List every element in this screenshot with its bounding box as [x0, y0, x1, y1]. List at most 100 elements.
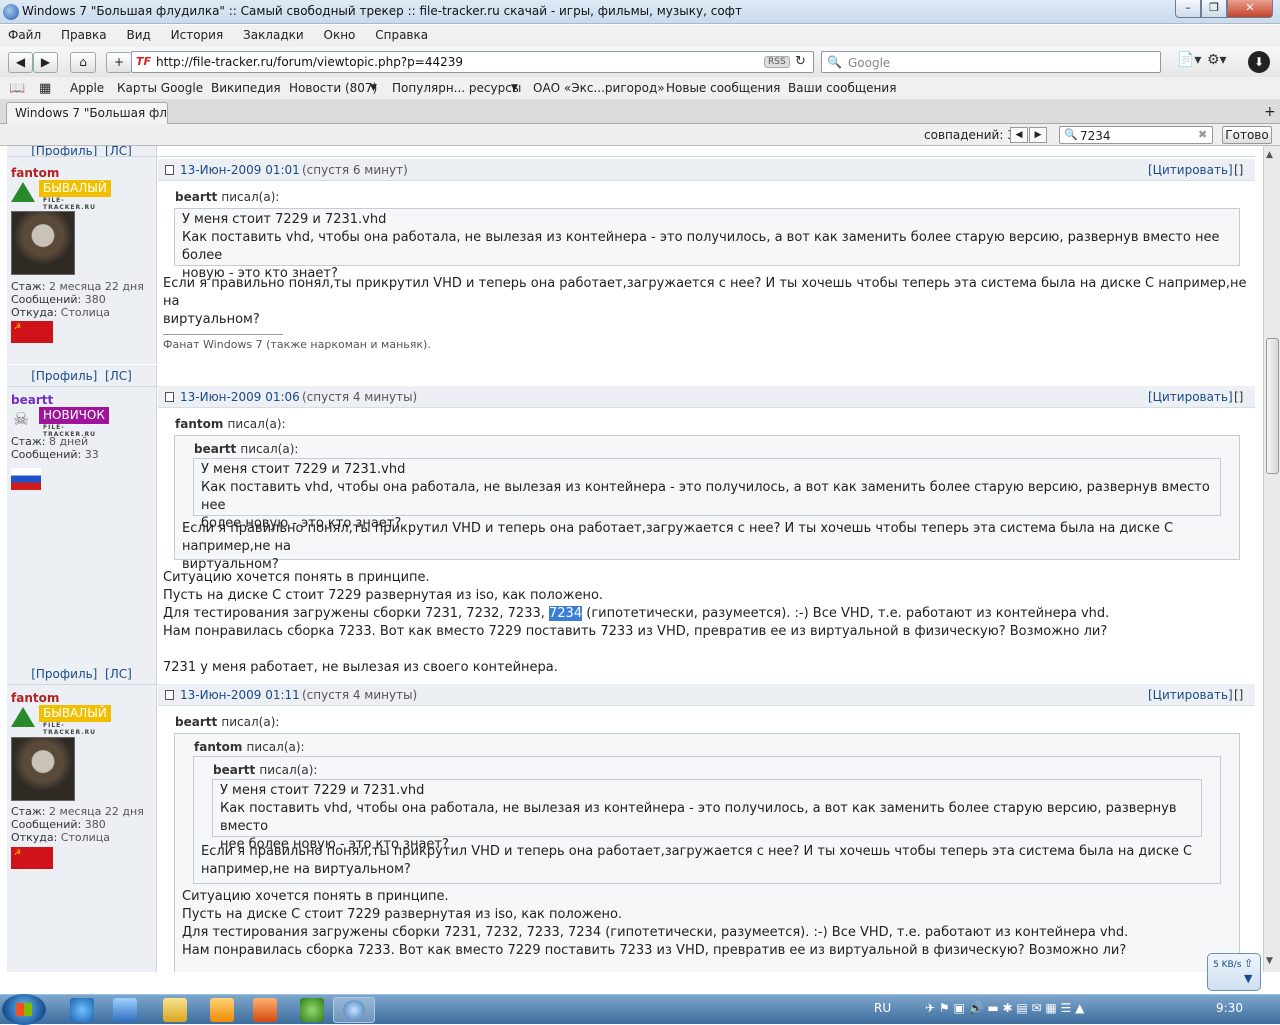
quote-box: beartt писал(а): У меня стоит 7229 и 723…	[174, 435, 1240, 572]
minimize-button[interactable]: –	[1175, 0, 1201, 18]
post-date[interactable]: 13-Июн-2009 01:01	[180, 163, 300, 177]
nested-quote-box: beartt писал(а): У меня стоит 7229 и 723…	[193, 756, 1221, 884]
clear-icon[interactable]: ✖	[1198, 128, 1207, 141]
bookmark-wikipedia[interactable]: Википедия	[211, 81, 281, 95]
nested-quote-author: fantom писал(а):	[194, 738, 305, 756]
post-body: fantom писал(а): beartt писал(а): У меня…	[158, 409, 1255, 675]
grid-icon[interactable]: ▦	[39, 81, 51, 96]
explorer-icon[interactable]	[163, 998, 187, 1022]
quote-line: У меня стоит 7229 и 7231.vhd	[220, 783, 425, 798]
bookmark-oao[interactable]: ОАО «Экс...ригород»	[533, 81, 665, 95]
rss-badge[interactable]: RSS	[764, 56, 790, 68]
internet-explorer-icon[interactable]	[70, 998, 94, 1022]
author-stats: Стаж: 8 дней Сообщений: 33	[11, 435, 99, 461]
vertical-scrollbar[interactable]: ▲ ▼	[1263, 146, 1280, 972]
profile-link[interactable]: [Профиль]	[31, 667, 97, 681]
page-menu-icon[interactable]: 📄▾	[1177, 52, 1201, 68]
scroll-up-icon[interactable]: ▲	[1266, 150, 1273, 160]
avatar	[11, 737, 75, 801]
maximize-button[interactable]: ❐	[1201, 0, 1227, 18]
menu-help[interactable]: Справка	[367, 25, 436, 45]
close-button[interactable]: ✕	[1227, 0, 1273, 18]
pm-link[interactable]: [ЛС]	[105, 369, 132, 383]
find-done-button[interactable]: Готово	[1222, 126, 1272, 144]
author-name[interactable]: fantom	[11, 691, 59, 705]
active-window-button[interactable]	[333, 997, 375, 1023]
post-date[interactable]: 13-Июн-2009 01:06	[180, 390, 300, 404]
bookmark-your-messages[interactable]: Ваши сообщения	[788, 81, 896, 95]
bracket-link[interactable]: []	[1234, 163, 1243, 177]
clock[interactable]: 9:30	[1216, 1001, 1243, 1015]
scroll-down-icon[interactable]: ▼	[1266, 956, 1273, 966]
author-name[interactable]: fantom	[11, 166, 59, 180]
quote-author-name: beartt	[175, 715, 218, 729]
author-stats: Стаж: 2 месяца 22 дня Сообщений: 380 Отк…	[11, 280, 144, 319]
post-text: Ситуацию хочется понять в принципе. Пуст…	[163, 569, 1109, 677]
post-line-part: (гипотетически, разумеется). :-) Все VHD…	[582, 606, 1110, 621]
quote-line: Ситуацию хочется понять в принципе.	[182, 889, 449, 904]
tab-active[interactable]: Windows 7 "Большая фл...	[6, 102, 168, 124]
folder-icon[interactable]	[210, 998, 234, 1022]
menu-edit[interactable]: Правка	[53, 25, 115, 45]
stazh-label: Стаж:	[11, 435, 46, 448]
back-button[interactable]: ◀	[8, 52, 33, 73]
find-input[interactable]: 🔍 7234 ✖	[1059, 126, 1213, 144]
book-icon[interactable]: 📖	[9, 81, 25, 96]
bookmark-google-maps[interactable]: Карты Google	[117, 81, 203, 95]
gear-icon[interactable]: ⚙▾	[1207, 52, 1227, 68]
menu-window[interactable]: Окно	[316, 25, 364, 45]
quote-link[interactable]: [Цитировать]	[1148, 390, 1233, 404]
post-author-panel: fantom БЫВАЛЫЙ FILE-TRACKER.RU Стаж: 2 ме…	[7, 685, 157, 972]
bookmark-apple[interactable]: Apple	[70, 81, 104, 95]
find-previous-button[interactable]: ◀	[1010, 127, 1028, 143]
author-name[interactable]: beartt	[11, 393, 53, 407]
start-button[interactable]	[2, 994, 46, 1025]
chevron-down-icon[interactable]: ▼	[370, 83, 377, 93]
messages-label: Сообщений:	[11, 818, 82, 831]
menu-history[interactable]: История	[163, 25, 232, 45]
quote-link[interactable]: [Цитировать]	[1148, 163, 1233, 177]
home-button[interactable]: ⌂	[70, 52, 96, 73]
post-icon	[165, 165, 174, 175]
search-field[interactable]: 🔍 Google	[821, 51, 1161, 73]
reload-icon[interactable]: ↻	[795, 54, 806, 69]
profile-link[interactable]: [Профиль]	[31, 369, 97, 383]
rank-label: НОВИЧОК	[39, 407, 109, 424]
media-player-icon[interactable]	[253, 998, 277, 1022]
post-line: 7231 у меня работает, не вылезая из свое…	[163, 660, 558, 675]
scroll-thumb[interactable]	[1266, 338, 1279, 474]
bookmark-news[interactable]: Новости (807)	[289, 81, 377, 95]
rank-label: БЫВАЛЫЙ	[39, 180, 111, 197]
new-tab-button[interactable]: +	[106, 52, 132, 73]
menu-view[interactable]: Вид	[118, 25, 158, 45]
post-text: Если я правильно понял,ты прикрутил VHD …	[163, 275, 1255, 329]
post-line: Для тестирования загружены сборки 7231, …	[163, 605, 1109, 623]
rank-triangle-icon	[11, 707, 35, 727]
app-icon[interactable]	[300, 998, 324, 1022]
chevron-down-icon[interactable]: ▼	[511, 83, 518, 93]
menu-file[interactable]: Файл	[0, 25, 49, 45]
quote-link[interactable]: [Цитировать]	[1148, 688, 1233, 702]
quote-text: Если я правильно понял,ты прикрутил VHD …	[201, 843, 1192, 879]
avatar	[11, 211, 75, 275]
forward-button[interactable]: ▶	[33, 52, 58, 73]
pm-link[interactable]: [ЛС]	[105, 667, 132, 681]
find-next-button[interactable]: ▶	[1029, 127, 1047, 143]
signature-divider	[163, 334, 283, 335]
language-indicator[interactable]: RU	[874, 1001, 891, 1015]
rank-label: БЫВАЛЫЙ	[39, 705, 111, 722]
arrow-up-icon: ⇧	[1244, 957, 1254, 970]
network-meter-widget[interactable]: 5 KB/s ⇧ ▼	[1207, 953, 1261, 991]
bracket-link[interactable]: []	[1234, 390, 1243, 404]
post-date[interactable]: 13-Июн-2009 01:11	[180, 688, 300, 702]
browser-taskbar-icon[interactable]	[113, 998, 137, 1022]
address-bar[interactable]: TF http://file-tracker.ru/forum/viewtopi…	[131, 51, 814, 73]
bookmark-new-messages[interactable]: Новые сообщения	[666, 81, 780, 95]
menu-bookmarks[interactable]: Закладки	[235, 25, 312, 45]
tray-icons[interactable]: ✈ ⚑ ▣ 🔊 ▬ ✱ ▤ ✉ ▦ ☰ ▲	[925, 1001, 1084, 1015]
new-tab-plus-icon[interactable]: +	[1264, 104, 1276, 120]
rank-site: FILE-TRACKER.RU	[43, 722, 97, 736]
download-icon[interactable]: ⬇	[1248, 51, 1270, 73]
bracket-link[interactable]: []	[1234, 688, 1243, 702]
bookmark-popular[interactable]: Популярн... ресурсы	[392, 81, 521, 95]
